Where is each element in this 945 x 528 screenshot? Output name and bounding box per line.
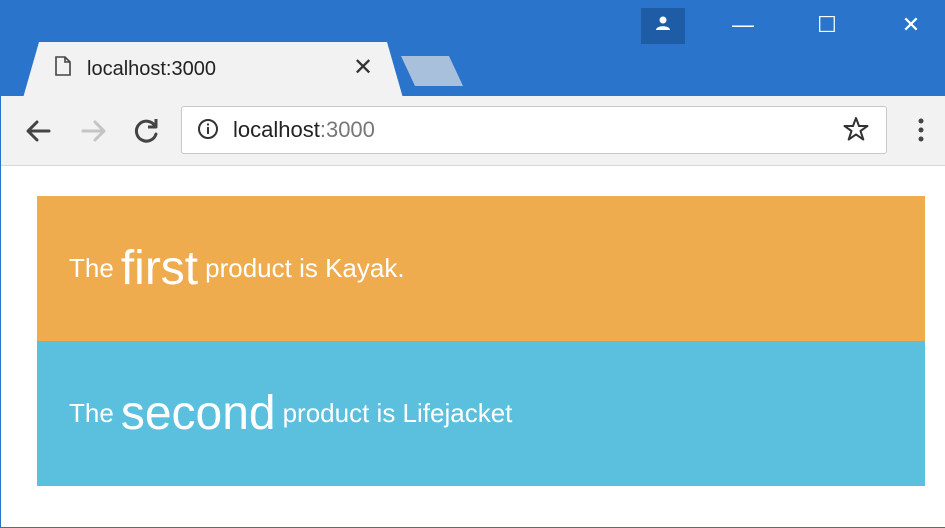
product-description: product is Kayak. (205, 253, 405, 283)
reload-icon[interactable] (129, 114, 163, 148)
address-host: localhost (233, 117, 320, 142)
tab-close-icon[interactable]: ✕ (351, 56, 375, 80)
tab-title: localhost:3000 (87, 58, 216, 80)
info-icon[interactable] (197, 118, 219, 140)
product-description: product is Lifejacket (282, 398, 513, 428)
forward-arrow-icon[interactable] (77, 114, 111, 148)
maximize-button[interactable]: ☐ (797, 10, 857, 40)
product-banner-first: The first product is Kayak. (37, 196, 925, 341)
kebab-menu-icon[interactable] (911, 116, 931, 144)
profile-button[interactable] (641, 8, 685, 44)
window-close-button[interactable]: ✕ (881, 10, 941, 40)
product-banner-second: The second product is Lifejacket (37, 341, 925, 486)
product-ordinal: first (120, 242, 199, 295)
browser-window: localhost:3000 ✕ — ☐ ✕ localhost:3000 Th… (0, 0, 945, 528)
product-prefix: The (69, 253, 114, 283)
product-prefix: The (69, 398, 114, 428)
star-icon[interactable] (843, 116, 869, 142)
page-icon (55, 56, 71, 76)
product-ordinal: second (120, 387, 276, 440)
person-icon (656, 16, 670, 30)
back-arrow-icon[interactable] (21, 114, 55, 148)
address-text[interactable]: localhost:3000 (233, 117, 375, 143)
address-port: :3000 (319, 117, 375, 142)
minimize-button[interactable]: — (713, 10, 773, 40)
